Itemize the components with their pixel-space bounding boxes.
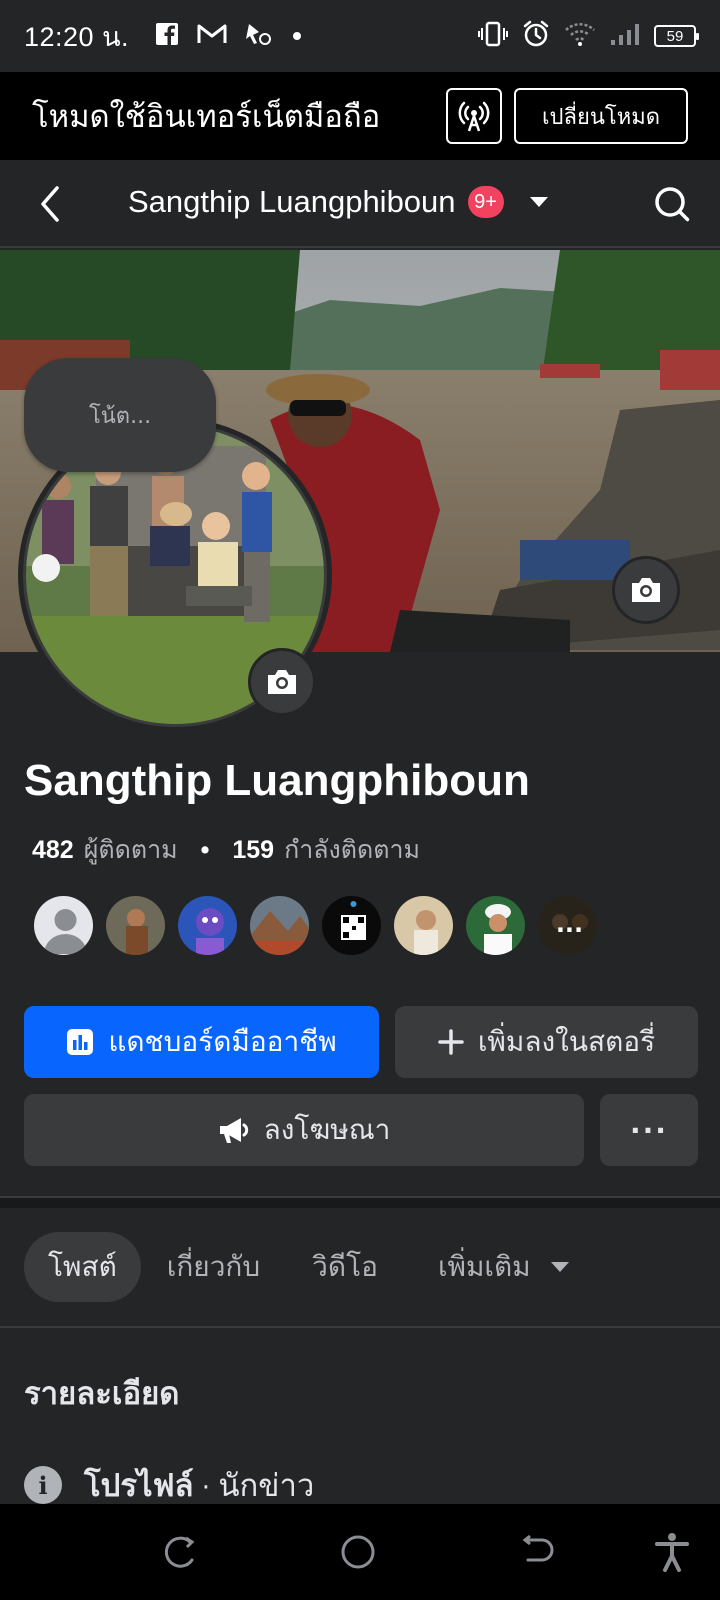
switch-mode-button[interactable]: เปลี่ยนโหมด [513,88,688,144]
followers-count[interactable]: 482 [32,836,74,865]
follower-avatar[interactable] [464,894,527,957]
follower-avatar[interactable] [392,894,455,957]
accessibility-icon[interactable] [654,1532,690,1576]
battery-indicator: 59 [654,25,699,47]
camera-icon [268,670,296,694]
details-title: รายละเอียด [24,1376,180,1412]
follower-avatar[interactable] [104,894,167,957]
more-icon: ... [555,910,584,938]
detail-profile-value: นักข่าว [218,1468,315,1504]
add-to-story-button[interactable]: เพิ่มลงในสตอรี่ [395,1006,698,1078]
alarm-icon [522,20,550,52]
professional-dashboard-button[interactable]: แดชบอร์ดมืออาชีพ [24,1006,379,1078]
mobile-data-mode-banner: โหมดใช้อินเทอร์เน็ตมือถือ เปลี่ยนโหมด [0,72,720,160]
broadcast-icon[interactable] [445,88,502,144]
gmail-icon [197,23,227,49]
dashboard-label: แดชบอร์ดมืออาชีพ [108,1025,337,1058]
detail-separator: · [193,1473,219,1503]
add-to-story-label: เพิ่มลงในสตอรี่ [477,1025,656,1058]
search-icon[interactable] [648,180,696,228]
detail-profile-text: โปรไฟล์ · นักข่าว [84,1460,314,1510]
tab-more-label: เพิ่มเติม [437,1250,531,1283]
facebook-icon [155,22,179,50]
advertise-button[interactable]: ลงโฆษณา [24,1094,584,1166]
back-icon[interactable] [520,1534,556,1574]
profile-name: Sangthip Luangphiboun [24,756,530,805]
follower-avatar[interactable] [248,894,311,957]
notification-badge: 9+ [467,186,504,218]
app-notification-icon [245,21,273,51]
section-divider [0,1196,720,1208]
follower-avatars: ... [32,894,599,957]
header-title: Sangthip Luangphiboun [128,184,456,219]
more-options-button[interactable]: ··· [600,1094,698,1166]
recent-apps-icon[interactable] [162,1534,198,1574]
more-horizontal-icon: ··· [630,1113,668,1147]
tab-about[interactable]: เกี่ยวกับ [167,1232,260,1302]
edit-profile-picture-button[interactable] [248,648,316,716]
home-icon[interactable] [340,1534,376,1574]
profile-tabs: โพสต์ เกี่ยวกับ วิดีโอ เพิ่มเติม [24,1232,569,1302]
plus-icon [438,1029,464,1055]
following-label[interactable]: กำลังติดตาม [284,830,420,870]
follower-avatar[interactable] [32,894,95,957]
tabs-divider [0,1326,720,1328]
follower-avatar[interactable] [320,894,383,957]
profile-header: Sangthip Luangphiboun 9+ [0,160,720,248]
wifi-icon [564,22,596,50]
status-time: 12:20 น. [24,21,130,52]
detail-profile-row: i โปรไฟล์ · นักข่าว [24,1460,314,1510]
more-followers-button[interactable]: ... [536,894,599,957]
mode-banner-text: โหมดใช้อินเทอร์เน็ตมือถือ [32,99,381,135]
follower-avatar[interactable] [176,894,239,957]
system-navigation-bar [0,1504,720,1600]
camera-icon [632,578,660,602]
vibrate-icon [478,21,508,51]
edit-cover-photo-button[interactable] [612,556,680,624]
follow-stats: 482 ผู้ติดตาม • 159 กำลังติดตาม [32,830,420,870]
stats-separator: • [197,835,213,865]
megaphone-icon [219,1118,248,1143]
dot-icon [291,27,303,46]
profile-switcher[interactable]: Sangthip Luangphiboun 9+ [128,184,548,220]
dashboard-icon [67,1029,94,1055]
back-arrow-icon[interactable] [26,180,74,228]
signal-icon [610,22,640,50]
info-icon: i [24,1466,62,1504]
followers-label[interactable]: ผู้ติดตาม [84,830,178,870]
chevron-down-icon [529,197,548,207]
note-bubble[interactable]: โน้ต... [24,358,216,472]
tab-more[interactable]: เพิ่มเติม [404,1232,569,1302]
status-bar: 12:20 น. 59 [0,0,720,72]
tab-videos[interactable]: วิดีโอ [286,1232,378,1302]
following-count[interactable]: 159 [232,836,274,865]
tab-posts[interactable]: โพสต์ [24,1232,141,1302]
chevron-down-icon [550,1262,569,1272]
detail-profile-label: โปรไฟล์ [84,1468,194,1504]
advertise-label: ลงโฆษณา [263,1113,391,1146]
